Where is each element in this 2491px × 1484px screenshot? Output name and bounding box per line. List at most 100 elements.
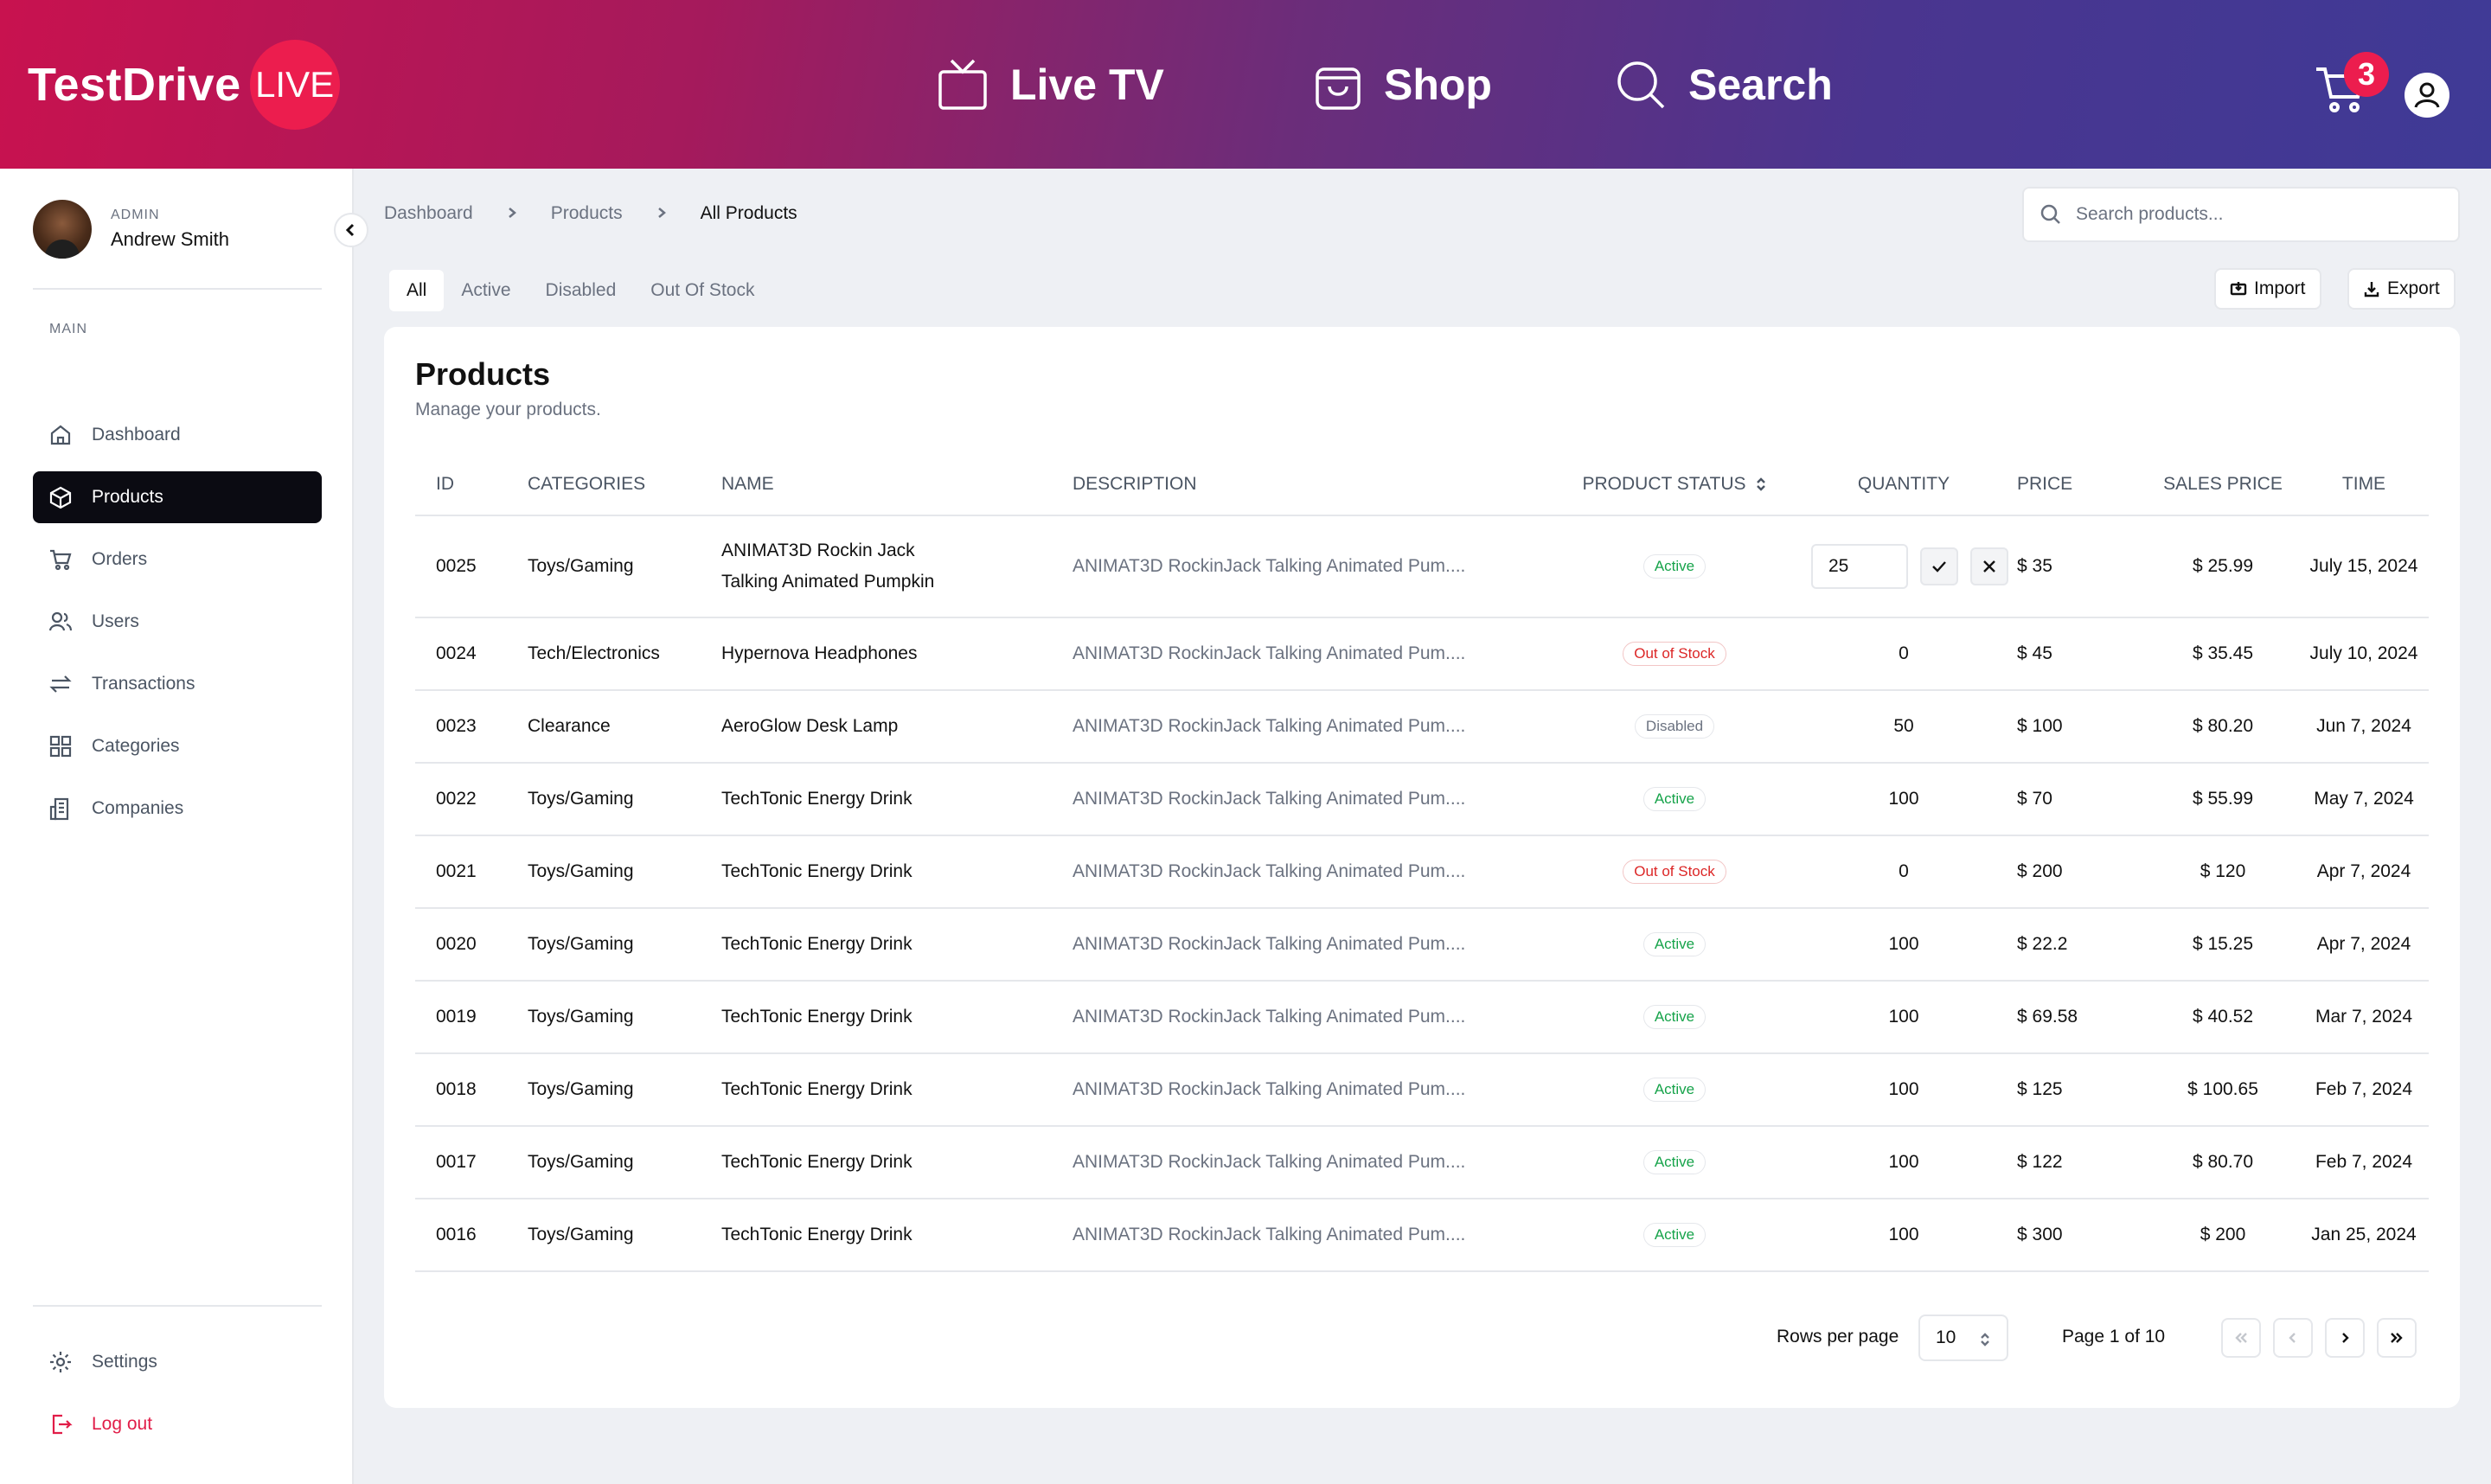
cell-price: $ 70: [2017, 763, 2147, 836]
sidebar-item-logout[interactable]: Log out: [33, 1398, 322, 1450]
divider: [33, 288, 322, 290]
status-badge: Out of Stock: [1623, 860, 1726, 884]
table-row[interactable]: 0024 Tech/Electronics Hypernova Headphon…: [415, 617, 2429, 691]
table-row[interactable]: 0017 Toys/Gaming TechTonic Energy Drink …: [415, 1126, 2429, 1199]
cell-quantity[interactable]: 100: [1790, 908, 2017, 982]
col-header-time[interactable]: TIME: [2299, 453, 2429, 516]
cell-time: Jan 25, 2024: [2299, 1199, 2429, 1272]
cell-category: Toys/Gaming: [528, 835, 721, 909]
sidebar-item-settings[interactable]: Settings: [33, 1336, 322, 1388]
tab-out-of-stock[interactable]: Out Of Stock: [633, 270, 772, 311]
table-row[interactable]: 0022 Toys/Gaming TechTonic Energy Drink …: [415, 763, 2429, 836]
nav-live-tv[interactable]: Live TV: [938, 52, 1164, 118]
cancel-button[interactable]: [1970, 547, 2008, 585]
table-row[interactable]: 0019 Toys/Gaming TechTonic Energy Drink …: [415, 981, 2429, 1054]
sidebar-item-label: Dashboard: [92, 425, 181, 445]
search-input[interactable]: [2076, 204, 2439, 225]
sidebar-item-products[interactable]: Products: [33, 471, 322, 523]
cell-quantity: [1790, 515, 2017, 618]
rows-per-page-value: 10: [1936, 1327, 1956, 1347]
cell-category: Toys/Gaming: [528, 515, 721, 618]
cell-quantity[interactable]: 0: [1790, 835, 2017, 909]
col-header-status-label: PRODUCT STATUS: [1582, 473, 1746, 494]
cell-price: $ 100: [2017, 690, 2147, 764]
next-page-button[interactable]: [2325, 1318, 2365, 1358]
download-icon: [2364, 282, 2379, 297]
user-profile[interactable]: ADMIN Andrew Smith: [33, 200, 229, 259]
sidebar-item-label: Orders: [92, 549, 148, 569]
top-header: TestDrive LIVE Live TV Shop Search 3: [0, 0, 2491, 169]
cell-name: TechTonic Energy Drink: [721, 1053, 1073, 1127]
sidebar-item-categories[interactable]: Categories: [33, 720, 322, 772]
table-row[interactable]: 0018 Toys/Gaming TechTonic Energy Drink …: [415, 1053, 2429, 1127]
col-header-categories[interactable]: CATEGORIES: [528, 453, 721, 516]
cell-description: ANIMAT3D RockinJack Talking Animated Pum…: [1073, 617, 1559, 691]
cell-id: 0016: [415, 1199, 528, 1272]
cell-quantity[interactable]: 100: [1790, 981, 2017, 1054]
first-page-button[interactable]: [2221, 1318, 2261, 1358]
cell-price: $ 35: [2017, 515, 2147, 618]
sidebar-item-companies[interactable]: Companies: [33, 783, 322, 835]
cell-quantity[interactable]: 100: [1790, 1126, 2017, 1199]
sidebar-item-dashboard[interactable]: Dashboard: [33, 409, 322, 461]
rows-per-page-select[interactable]: 10: [1918, 1314, 2008, 1361]
cell-quantity[interactable]: 100: [1790, 1199, 2017, 1272]
sidebar-item-users[interactable]: Users: [33, 596, 322, 648]
cell-category: Toys/Gaming: [528, 1126, 721, 1199]
nav-search[interactable]: Search: [1616, 52, 1833, 118]
logout-icon: [52, 1414, 73, 1435]
col-header-description[interactable]: DESCRIPTION: [1073, 453, 1559, 516]
export-button[interactable]: Export: [2347, 268, 2456, 310]
cell-quantity[interactable]: 0: [1790, 617, 2017, 691]
box-icon: [49, 486, 72, 509]
col-header-id[interactable]: ID: [415, 453, 528, 516]
cell-description: ANIMAT3D RockinJack Talking Animated Pum…: [1073, 1199, 1559, 1272]
cell-time: Apr 7, 2024: [2299, 835, 2429, 909]
sidebar-item-orders[interactable]: Orders: [33, 534, 322, 585]
confirm-button[interactable]: [1920, 547, 1958, 585]
sidebar-collapse-button[interactable]: [334, 213, 368, 247]
col-header-quantity[interactable]: QUANTITY: [1790, 453, 2017, 516]
logo[interactable]: TestDrive LIVE: [28, 40, 340, 130]
import-icon: [2230, 282, 2247, 296]
table-row[interactable]: 0021 Toys/Gaming TechTonic Energy Drink …: [415, 835, 2429, 909]
col-header-sales-price[interactable]: SALES PRICE: [2147, 453, 2299, 516]
sidebar-item-transactions[interactable]: Transactions: [33, 658, 322, 710]
tab-active[interactable]: Active: [444, 270, 528, 311]
tab-all[interactable]: All: [389, 270, 445, 311]
import-button[interactable]: Import: [2214, 268, 2321, 310]
breadcrumb-products[interactable]: Products: [551, 203, 623, 224]
building-icon: [49, 797, 69, 821]
col-header-name[interactable]: NAME: [721, 453, 1073, 516]
col-header-status[interactable]: PRODUCT STATUS: [1559, 453, 1790, 516]
cell-status: Active: [1559, 763, 1790, 836]
cell-price: $ 122: [2017, 1126, 2147, 1199]
cell-price: $ 125: [2017, 1053, 2147, 1127]
table-row[interactable]: 0025 Toys/Gaming ANIMAT3D Rockin Jack Ta…: [415, 515, 2429, 618]
tab-disabled[interactable]: Disabled: [528, 270, 634, 311]
cell-id: 0018: [415, 1053, 528, 1127]
cell-time: May 7, 2024: [2299, 763, 2429, 836]
cell-quantity[interactable]: 100: [1790, 763, 2017, 836]
table-row[interactable]: 0023 Clearance AeroGlow Desk Lamp ANIMAT…: [415, 690, 2429, 764]
sidebar-item-label: Users: [92, 611, 139, 631]
search-box[interactable]: [2022, 187, 2460, 242]
table-row[interactable]: 0016 Toys/Gaming TechTonic Energy Drink …: [415, 1199, 2429, 1272]
last-page-button[interactable]: [2377, 1318, 2417, 1358]
table-row[interactable]: 0020 Toys/Gaming TechTonic Energy Drink …: [415, 908, 2429, 982]
cell-category: Toys/Gaming: [528, 1053, 721, 1127]
sidebar-item-label: Transactions: [92, 674, 195, 694]
nav-shop[interactable]: Shop: [1315, 52, 1492, 118]
cell-category: Toys/Gaming: [528, 1199, 721, 1272]
rows-per-page-label: Rows per page: [1777, 1327, 1899, 1346]
col-header-price[interactable]: PRICE: [2017, 453, 2147, 516]
cell-price: $ 69.58: [2017, 981, 2147, 1054]
cell-quantity[interactable]: 100: [1790, 1053, 2017, 1127]
quantity-input[interactable]: [1811, 544, 1908, 589]
cell-quantity[interactable]: 50: [1790, 690, 2017, 764]
cell-category: Clearance: [528, 690, 721, 764]
breadcrumb-dashboard[interactable]: Dashboard: [384, 203, 473, 224]
account-button[interactable]: [2405, 73, 2449, 118]
prev-page-button[interactable]: [2273, 1318, 2313, 1358]
cell-description: ANIMAT3D RockinJack Talking Animated Pum…: [1073, 515, 1559, 618]
